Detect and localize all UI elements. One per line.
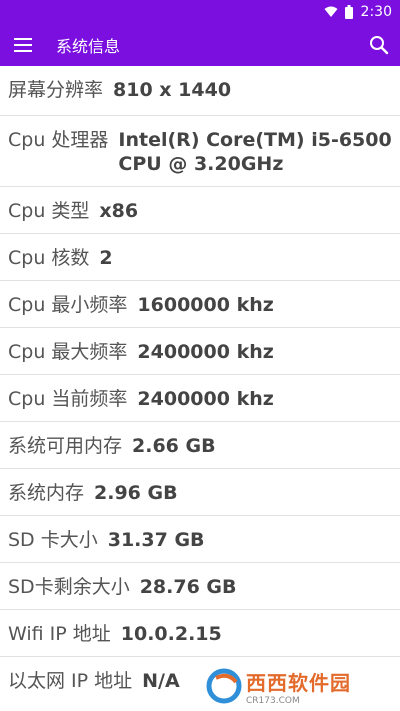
info-label: 屏幕分辨率 [8,79,104,101]
info-label: Cpu 最小频率 [8,294,128,316]
info-value: 2400000 khz [137,341,274,363]
status-bar: 2:30 [0,0,400,24]
watermark: 西西软件园 CR173.COM [206,667,382,706]
info-value: N/A [142,670,180,692]
info-row-cpu-max-freq: Cpu 最大频率 2400000 khz [0,328,400,375]
menu-icon[interactable] [12,34,34,56]
info-value: 2.66 GB [132,435,216,457]
info-row-available-memory: 系统可用内存 2.66 GB [0,422,400,469]
battery-icon [344,5,353,19]
app-bar: 系统信息 [0,24,400,66]
info-label: Cpu 当前频率 [8,388,128,410]
info-label: Cpu 最大频率 [8,341,128,363]
info-row-cpu-current-freq: Cpu 当前频率 2400000 khz [0,375,400,422]
watermark-logo-icon [206,668,242,704]
info-label: SD 卡大小 [8,529,98,551]
wifi-icon [323,4,339,20]
info-label: 系统内存 [8,482,85,504]
info-row-total-memory: 系统内存 2.96 GB [0,469,400,516]
info-label: SD卡剩余大小 [8,576,130,598]
info-row-cpu-type: Cpu 类型 x86 [0,187,400,234]
info-row-screen-resolution: 屏幕分辨率 810 x 1440 [0,66,400,116]
info-label: Cpu 处理器 [8,129,109,151]
system-info-list: 屏幕分辨率 810 x 1440 Cpu 处理器 Intel(R) Core(T… [0,66,400,704]
info-value: 2400000 khz [137,388,274,410]
info-row-sd-free: SD卡剩余大小 28.76 GB [0,563,400,610]
info-value: 810 x 1440 [113,79,232,101]
info-value: 2 [99,247,113,269]
watermark-name: 西西软件园 [246,670,351,695]
info-value: 10.0.2.15 [120,623,222,645]
info-row-cpu-processor: Cpu 处理器 Intel(R) Core(TM) i5-6500 CPU @ … [0,116,400,187]
info-label: 系统可用内存 [8,435,123,457]
info-label: 以太网 IP 地址 [8,670,133,692]
info-value: 28.76 GB [139,576,237,598]
page-title: 系统信息 [56,37,121,56]
info-label: Cpu 类型 [8,200,90,222]
watermark-text: 西西软件园 CR173.COM [246,667,351,706]
info-row-cpu-cores: Cpu 核数 2 [0,234,400,281]
info-value: 2.96 GB [94,482,178,504]
info-value: x86 [99,200,139,222]
info-value: Intel(R) Core(TM) i5-6500 CPU @ 3.20GHz [118,129,392,175]
status-time: 2:30 [360,4,392,20]
info-value: 1600000 khz [137,294,274,316]
info-value: 31.37 GB [107,529,205,551]
info-label: Wifi IP 地址 [8,623,111,645]
info-label: Cpu 核数 [8,247,90,269]
search-icon[interactable] [368,34,390,56]
info-row-cpu-min-freq: Cpu 最小频率 1600000 khz [0,281,400,328]
info-row-sd-size: SD 卡大小 31.37 GB [0,516,400,563]
watermark-url: CR173.COM [246,695,300,706]
info-row-wifi-ip: Wifi IP 地址 10.0.2.15 [0,610,400,657]
